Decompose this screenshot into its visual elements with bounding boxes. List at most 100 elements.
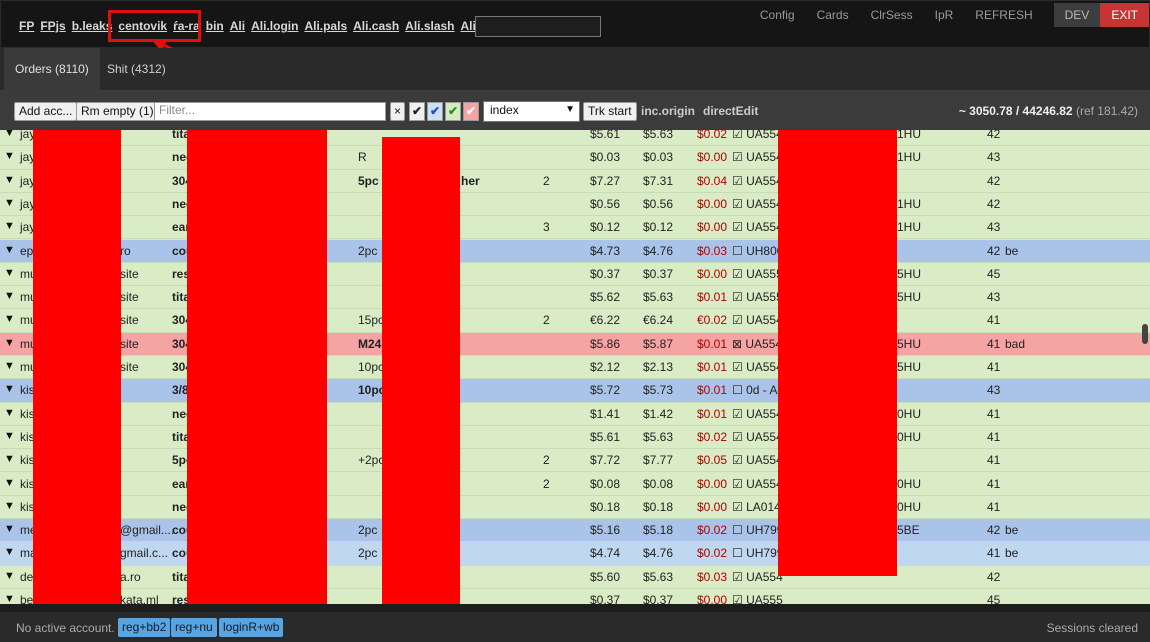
top-link-1[interactable]: FPjs: [40, 19, 65, 33]
refresh-button[interactable]: REFRESH: [964, 3, 1043, 27]
reg-bb2-button[interactable]: reg+bb2: [118, 618, 171, 637]
expand-arrow-icon[interactable]: ▼: [4, 523, 15, 535]
table-row[interactable]: ▼ mu site res $0.37 $0.37 $0.00 ☑ UA555 5HU 45: [0, 262, 1150, 287]
expand-arrow-icon[interactable]: ▼: [4, 130, 15, 139]
cell-site: ro: [120, 243, 131, 258]
check-blue-toggle[interactable]: ✔: [427, 102, 443, 121]
tab-shit[interactable]: Shit (4312): [96, 48, 177, 90]
expand-arrow-icon[interactable]: ▼: [4, 150, 15, 162]
rm-empty-button[interactable]: Rm empty (1): [76, 102, 159, 121]
cell-n: 42: [987, 173, 1001, 188]
expand-arrow-icon[interactable]: ▼: [4, 360, 15, 372]
clear-filter-button[interactable]: ×: [390, 102, 405, 121]
cell-track: ☑ UA554: [732, 453, 783, 468]
cell-p1: $0.12: [590, 220, 621, 235]
filter-input[interactable]: Filter...: [154, 102, 386, 121]
expand-arrow-icon[interactable]: ▼: [4, 197, 15, 209]
track-start-button[interactable]: Trk start: [583, 102, 637, 121]
table-row[interactable]: ▼ mu site 304 M24 $5.86 $5.87 $0.01 ⊠ UA554 5HU 41…: [0, 332, 1150, 356]
inc-origin-link[interactable]: inc.origin: [641, 104, 695, 118]
cell-diff: $0.02: [697, 546, 728, 561]
table-row[interactable]: ▼ jay 304 5pc 2 $7.27 $7.31 $0.04 ☑ UA554 42 her: [0, 169, 1150, 193]
expand-arrow-icon[interactable]: ▼: [4, 546, 15, 558]
table-row[interactable]: ▼ de a.ro tita $5.60 $5.63 $0.03 ☑ UA554 42: [0, 565, 1150, 589]
check-red-toggle[interactable]: ✔: [463, 102, 479, 121]
table-row[interactable]: ▼ kis nec $1.41 $1.42 $0.01 ☑ UA554 0HU 41: [0, 402, 1150, 426]
table-row[interactable]: ▼ jay nec $0.56 $0.56 $0.00 ☑ UA554 1HU 42: [0, 192, 1150, 217]
table-row[interactable]: ▼ kis ear 2 $0.08 $0.08 $0.00 ☑ UA554 0HU 41: [0, 472, 1150, 496]
cell-p2: $5.73: [643, 383, 674, 398]
expand-arrow-icon[interactable]: ▼: [4, 453, 15, 465]
table-row[interactable]: ▼ me @gmail.... cou 2pc $5.16 $5.18 $0.02 ☐ UH79…: [0, 519, 1150, 543]
table-row[interactable]: ▼ ma gmail.c... cou 2pc $4.74 $4.76 $0.02 ☐ UH79…: [0, 542, 1150, 566]
cell-diff: $0.03: [697, 569, 728, 584]
top-link-10[interactable]: Ali.slash: [405, 19, 454, 33]
top-search-input[interactable]: [475, 16, 601, 37]
table-row[interactable]: ▼ kis nec $0.18 $0.18 $0.00 ☑ LA014 0HU 41: [0, 495, 1150, 520]
tab-orders[interactable]: Orders (8110): [4, 48, 100, 90]
expand-arrow-icon[interactable]: ▼: [4, 290, 15, 302]
table-row[interactable]: ▼ jay nec R $0.03 $0.03 $0.00 ☑ UA554 1HU 43: [0, 146, 1150, 170]
cell-diff: $0.01: [697, 406, 728, 421]
expand-arrow-icon[interactable]: ▼: [4, 267, 15, 279]
cell-track: ☐ UH800: [732, 243, 784, 258]
cell-p2: $0.56: [643, 196, 674, 211]
login-rwb-button[interactable]: loginR+wb: [219, 618, 284, 637]
cell-p1: $4.74: [590, 546, 621, 561]
cell-qty: 3: [543, 220, 550, 235]
orders-table: ▼ jay tita $5.61 $5.63 $0.02 ☑ UA554 1HU 42 ▼ jay n…: [0, 130, 1150, 604]
expand-arrow-icon[interactable]: ▼: [4, 244, 15, 256]
table-row[interactable]: ▼ mu site 304 15pc 2 €6.22 €6.24 €0.02 ☑ UA554 41: [0, 309, 1150, 333]
cell-site: gmail.c...: [120, 546, 169, 561]
expand-arrow-icon[interactable]: ▼: [4, 593, 15, 604]
table-row[interactable]: ▼ mu site 304 10pc $2.12 $2.13 $0.01 ☑ UA554 5HU 4…: [0, 356, 1150, 380]
table-row[interactable]: ▼ kis 5pc +2pc 2 $7.72 $7.77 $0.05 ☑ UA554 41: [0, 449, 1150, 473]
expand-arrow-icon[interactable]: ▼: [4, 337, 15, 349]
top-link-2[interactable]: b.leaks: [72, 19, 113, 33]
cell-n: 45: [987, 266, 1001, 281]
ipr-button[interactable]: IpR: [924, 3, 965, 27]
expand-arrow-icon[interactable]: ▼: [4, 407, 15, 419]
cell-qty: 2: [543, 476, 550, 491]
table-row[interactable]: ▼ be kata.ml res $0.37 $0.37 $0.00 ☑ UA555 45: [0, 589, 1150, 604]
check-all-toggle[interactable]: ✔: [409, 102, 425, 121]
scrollbar-thumb[interactable]: [1142, 324, 1148, 344]
tab-bar: Orders (8110) Shit (4312): [0, 48, 1150, 90]
table-row[interactable]: ▼ ep ro cou 2pc $4.73 $4.76 $0.03 ☐ UH800 42 be: [0, 239, 1150, 263]
table-row[interactable]: ▼ kis tita $5.61 $5.63 $0.02 ☑ UA554 0HU 41: [0, 425, 1150, 450]
expand-arrow-icon[interactable]: ▼: [4, 500, 15, 512]
sort-select[interactable]: index ▼: [483, 101, 580, 122]
table-row[interactable]: ▼ mu site tita $5.62 $5.63 $0.01 ☑ UA555 5HU 43: [0, 286, 1150, 310]
expand-arrow-icon[interactable]: ▼: [4, 383, 15, 395]
expand-arrow-icon[interactable]: ▼: [4, 430, 15, 442]
dev-button[interactable]: DEV: [1053, 3, 1101, 27]
expand-arrow-icon[interactable]: ▼: [4, 477, 15, 489]
cell-qty: 2: [543, 453, 550, 468]
cell-pc: 5pc: [358, 173, 379, 188]
expand-arrow-icon[interactable]: ▼: [4, 174, 15, 186]
table-row[interactable]: ▼ jay ear 3 $0.12 $0.12 $0.00 ☑ UA554 1HU 43: [0, 216, 1150, 240]
table-row[interactable]: ▼ kis 3/8 10pc $5.72 $5.73 $0.01 ☐ 0d - Ar 43: [0, 379, 1150, 403]
table-row[interactable]: ▼ jay tita $5.61 $5.63 $0.02 ☑ UA554 1HU 42: [0, 130, 1150, 147]
top-right-buttons: Config Cards ClrSess IpR REFRESH DEV EXIT: [749, 3, 1149, 27]
expand-arrow-icon[interactable]: ▼: [4, 313, 15, 325]
cards-button[interactable]: Cards: [806, 3, 860, 27]
cell-n: 41: [987, 429, 1001, 444]
expand-arrow-icon[interactable]: ▼: [4, 570, 15, 582]
sessions-status: Sessions cleared: [1046, 621, 1138, 635]
add-account-button[interactable]: Add acc...: [14, 102, 78, 121]
exit-button[interactable]: EXIT: [1100, 3, 1149, 27]
clrsess-button[interactable]: ClrSess: [860, 3, 924, 27]
check-green-toggle[interactable]: ✔: [445, 102, 461, 121]
top-link-9[interactable]: Ali.cash: [353, 19, 399, 33]
reg-nu-button[interactable]: reg+nu: [171, 618, 217, 637]
expand-arrow-icon[interactable]: ▼: [4, 220, 15, 232]
cell-track: ☑ UA555: [732, 266, 783, 281]
top-link-8[interactable]: Ali.pals: [304, 19, 347, 33]
cell-cc: 0HU: [897, 499, 922, 514]
cell-p1: $5.61: [590, 429, 621, 444]
top-link-0[interactable]: FP: [19, 19, 34, 33]
direct-edit-link[interactable]: directEdit: [703, 104, 758, 118]
config-button[interactable]: Config: [749, 3, 806, 27]
cell-track: ☑ UA555: [732, 593, 783, 604]
